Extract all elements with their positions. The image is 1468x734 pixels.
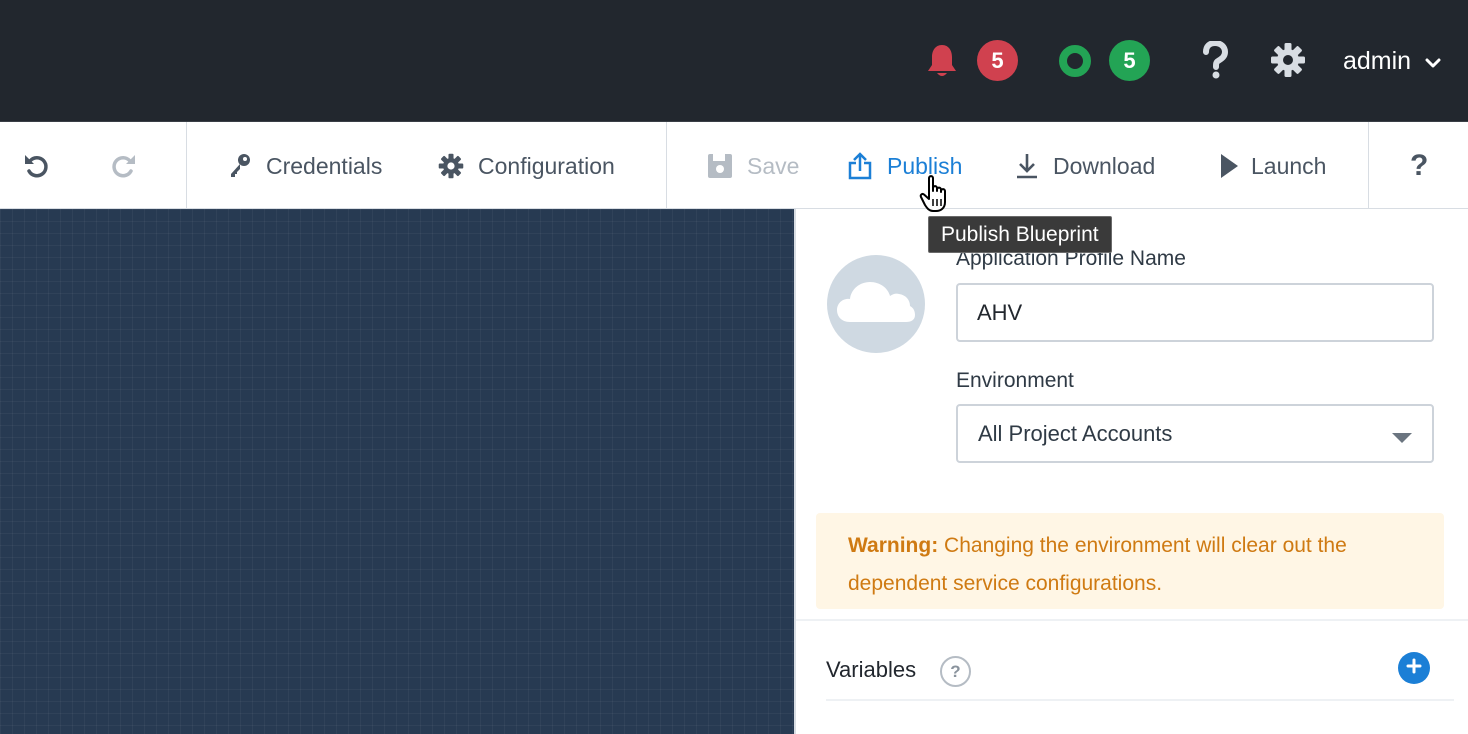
- top-navigation-bar: 5 5 admin: [0, 0, 1468, 121]
- chevron-down-icon: [1425, 47, 1441, 76]
- launch-label: Launch: [1251, 152, 1327, 179]
- save-button[interactable]: Save: [707, 122, 799, 210]
- alerts-count-badge[interactable]: 5: [977, 40, 1018, 81]
- gear-icon: [438, 153, 464, 179]
- configuration-button[interactable]: Configuration: [438, 122, 615, 210]
- blueprint-toolbar: Credentials Configuration Save Publish D…: [0, 121, 1468, 210]
- alerts-count: 5: [977, 40, 1018, 81]
- launch-button[interactable]: Launch: [1219, 122, 1326, 210]
- environment-label: Environment: [956, 369, 1074, 392]
- help-label: ?: [1410, 149, 1429, 182]
- warning-prefix: Warning:: [848, 534, 939, 557]
- blueprint-canvas[interactable]: [0, 209, 794, 734]
- environment-warning-banner: Warning: Changing the environment will c…: [816, 513, 1444, 609]
- key-icon: [228, 153, 252, 179]
- environment-selected-value: All Project Accounts: [978, 420, 1173, 446]
- publish-tooltip: Publish Blueprint: [928, 216, 1112, 253]
- floppy-disk-icon: [707, 153, 733, 179]
- upload-share-icon: [847, 152, 873, 180]
- toolbar-divider: [1368, 122, 1369, 210]
- undo-button[interactable]: [22, 122, 52, 210]
- download-button[interactable]: Download: [1015, 122, 1155, 210]
- profile-cloud-avatar: [827, 255, 925, 353]
- tasks-count: 5: [1109, 40, 1150, 81]
- play-icon: [1219, 152, 1239, 180]
- credentials-label: Credentials: [266, 152, 383, 179]
- dropdown-caret-icon: [1392, 433, 1412, 443]
- application-profile-panel: Application Profile Name Environment All…: [796, 209, 1468, 734]
- download-icon: [1015, 152, 1039, 180]
- user-menu[interactable]: admin: [1343, 42, 1441, 80]
- redo-icon: [108, 151, 138, 181]
- plus-icon: [1406, 658, 1422, 679]
- undo-icon: [22, 151, 52, 181]
- tooltip-text: Publish Blueprint: [941, 222, 1099, 246]
- username-label: admin: [1343, 46, 1412, 75]
- download-label: Download: [1053, 152, 1156, 179]
- toolbar-divider: [666, 122, 667, 210]
- help-question-icon[interactable]: [1196, 38, 1234, 82]
- variables-divider: [826, 699, 1454, 701]
- hand-pointer-cursor-icon: [919, 174, 953, 219]
- profile-name-input[interactable]: [956, 283, 1434, 342]
- toolbar-help-button[interactable]: ?: [1410, 122, 1428, 210]
- credentials-button[interactable]: Credentials: [228, 122, 382, 210]
- tasks-ring-icon[interactable]: [1056, 42, 1094, 80]
- variables-help-icon[interactable]: ?: [940, 656, 971, 687]
- alerts-bell-icon[interactable]: [922, 41, 962, 81]
- section-divider: [796, 619, 1468, 621]
- redo-button[interactable]: [108, 122, 138, 210]
- save-label: Save: [747, 152, 800, 179]
- variables-label: Variables: [826, 657, 917, 682]
- settings-gear-icon[interactable]: [1268, 40, 1308, 80]
- configuration-label: Configuration: [478, 152, 615, 179]
- toolbar-divider: [186, 122, 187, 210]
- add-variable-button[interactable]: [1398, 652, 1430, 684]
- tasks-count-badge[interactable]: 5: [1109, 40, 1150, 81]
- variables-help-glyph: ?: [950, 661, 961, 681]
- cloud-icon: [836, 280, 916, 329]
- environment-select[interactable]: All Project Accounts: [956, 404, 1434, 463]
